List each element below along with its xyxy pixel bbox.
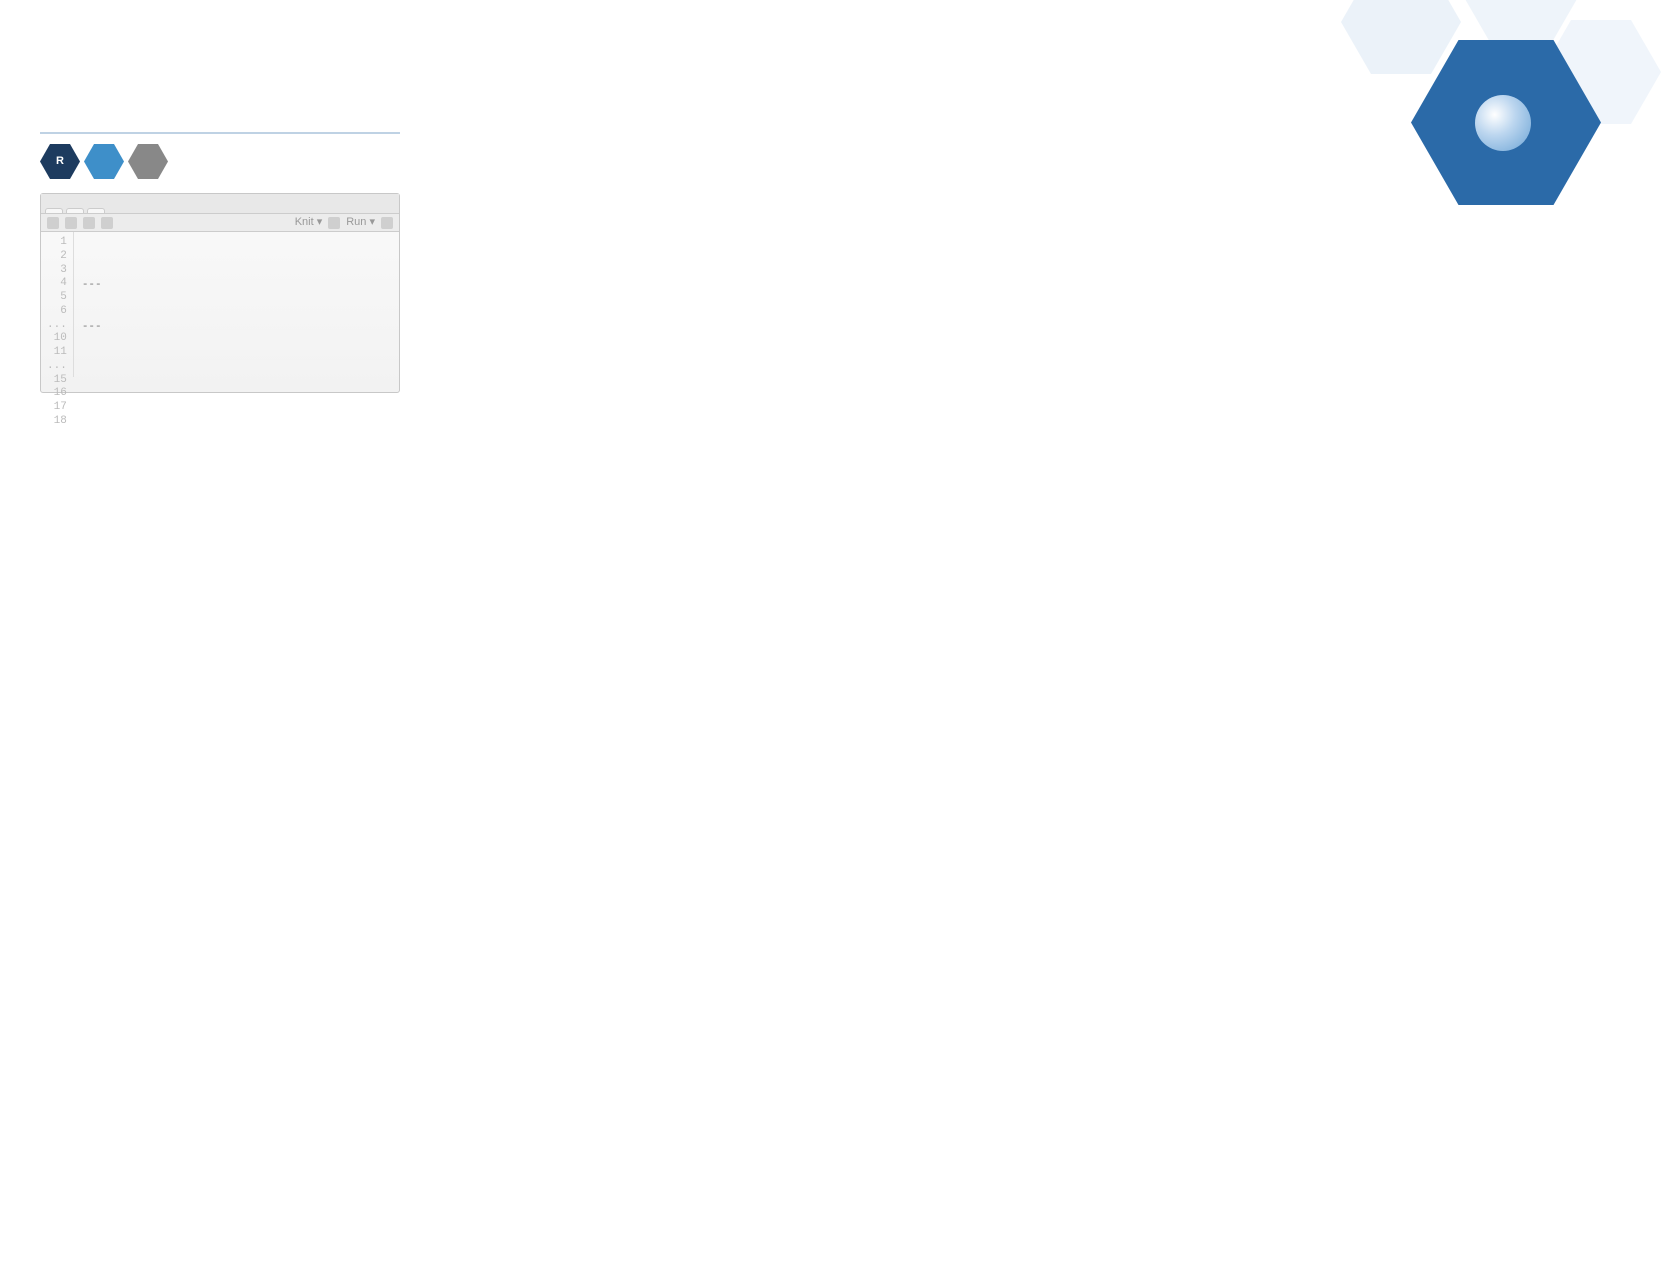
tab-app-r[interactable] [66, 208, 84, 213]
rstudio-logo-hex [1411, 40, 1601, 205]
heading-documents-and-apps [40, 130, 400, 134]
hex-rmarkdown-icon: R [40, 144, 80, 179]
rmd-tabs [41, 194, 399, 214]
hex-latex-icon [128, 144, 168, 179]
hex-shiny-icon [84, 144, 124, 179]
rstudio-logo-r [1475, 95, 1531, 151]
tab-report-rmd[interactable] [45, 208, 63, 213]
section-documents-and-apps: R Knit ▾Run ▾ 1 2 3 4 5 6 ... 10 11 ... … [40, 130, 400, 393]
tab-script-r[interactable] [87, 208, 105, 213]
rmd-gutter: 1 2 3 4 5 6 ... 10 11 ... 15 16 17 18 [41, 232, 74, 377]
rmd-body: --- --- [74, 232, 399, 377]
hex-icons: R [40, 144, 168, 179]
docs-toolbar-callouts [40, 187, 400, 189]
rmd-toolbar: Knit ▾Run ▾ [41, 214, 399, 232]
rmarkdown-editor-screenshot: Knit ▾Run ▾ 1 2 3 4 5 6 ... 10 11 ... 15… [40, 193, 400, 393]
